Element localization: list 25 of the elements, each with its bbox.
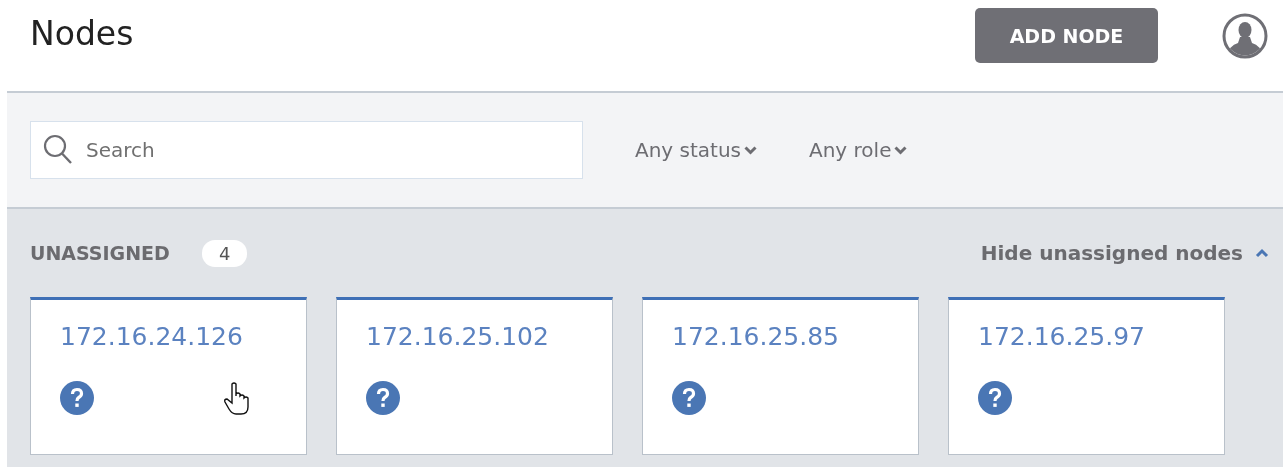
node-address: 172.16.24.126 — [60, 322, 243, 351]
section-title: UNASSIGNED — [30, 242, 170, 264]
page-title: Nodes — [30, 14, 134, 53]
hide-nodes-toggle[interactable]: Hide unassigned nodes — [980, 241, 1269, 265]
node-address: 172.16.25.85 — [672, 322, 839, 351]
node-address: 172.16.25.102 — [366, 322, 549, 351]
node-card[interactable]: 172.16.25.97 — [948, 297, 1225, 455]
node-card[interactable]: 172.16.24.126 — [30, 297, 307, 455]
node-address: 172.16.25.97 — [978, 322, 1145, 351]
hand-cursor-icon — [224, 382, 250, 416]
user-avatar-icon[interactable] — [1222, 12, 1268, 59]
node-card[interactable]: 172.16.25.102 — [336, 297, 613, 455]
question-icon — [672, 381, 706, 415]
filter-dropdown[interactable]: Any role — [809, 138, 908, 162]
question-icon — [978, 381, 1012, 415]
node-card[interactable]: 172.16.25.85 — [642, 297, 919, 455]
question-icon — [60, 381, 94, 415]
node-count-badge: 4 — [201, 239, 248, 267]
question-icon — [366, 381, 400, 415]
filter-dropdown[interactable]: Any status — [635, 138, 757, 162]
chevron-up-icon — [1255, 248, 1269, 258]
search-field[interactable]: Search — [30, 121, 583, 179]
chevron-down-icon — [894, 145, 908, 155]
add-node-button[interactable]: ADD NODE — [975, 8, 1158, 63]
chevron-down-icon — [744, 145, 757, 155]
